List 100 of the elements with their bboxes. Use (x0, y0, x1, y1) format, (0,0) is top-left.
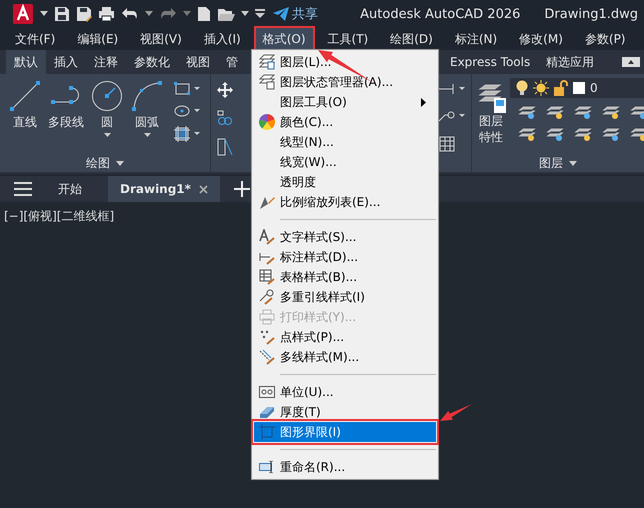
color-swatch (573, 82, 585, 94)
caret-icon[interactable] (116, 160, 124, 166)
eraser-icon (259, 405, 275, 419)
line-icon (9, 80, 41, 112)
menu-item[interactable]: 颜色(C)... (254, 112, 436, 132)
panel-title[interactable]: 图层 (539, 154, 563, 172)
menu-item[interactable]: 绘图(D) (381, 26, 442, 52)
leader-icon[interactable] (439, 109, 467, 123)
menu-item[interactable]: 修改(M) (510, 26, 572, 52)
save-icon[interactable] (54, 6, 70, 22)
send-icon (273, 7, 289, 21)
share-button[interactable]: 共享 (273, 5, 318, 23)
menu-item[interactable]: 插入(I) (194, 26, 250, 52)
menu-item[interactable]: 文字样式(S)... (254, 227, 436, 247)
menu-item[interactable]: 表格样式(B)... (254, 267, 436, 287)
units-icon (259, 386, 275, 398)
menu-item[interactable]: 厚度(T) (254, 402, 436, 422)
draw-tool-button[interactable]: 直线 (6, 78, 44, 154)
unlock-icon (554, 80, 568, 96)
undo-icon[interactable] (121, 7, 139, 21)
ribbon-tab[interactable]: 参数化 (126, 50, 178, 74)
menu-item[interactable]: 多重引线样式(I) (254, 287, 436, 307)
menu-item[interactable]: 编辑(E) (68, 26, 128, 52)
ribbon-tab[interactable]: 插入 (46, 50, 86, 74)
caret-icon[interactable] (241, 11, 249, 17)
menu-item[interactable]: 视图(V) (131, 26, 191, 52)
sun-icon (533, 80, 549, 96)
redo-icon[interactable] (159, 7, 177, 21)
point-style-icon (259, 329, 275, 345)
leader-style-icon (259, 289, 275, 305)
menu-item[interactable]: 图层(L)... (254, 52, 436, 72)
limits-icon (259, 424, 275, 440)
caret-icon[interactable] (145, 11, 153, 17)
menu-item[interactable]: 比例缩放列表(E)... (254, 192, 436, 212)
scale-icon (259, 194, 275, 210)
ribbon-tab[interactable]: 默认 (6, 50, 46, 74)
layer-dropdown[interactable]: 0 (510, 78, 644, 98)
rectangle-icon[interactable] (174, 82, 200, 96)
menu-item[interactable]: 文件(F) (6, 26, 64, 52)
draw-tool-button[interactable]: 多段线 (46, 78, 86, 154)
menu-icon[interactable] (14, 182, 32, 196)
ellipse-icon[interactable] (174, 104, 200, 118)
menu-item[interactable]: 多线样式(M)... (254, 347, 436, 367)
file-tab[interactable]: Drawing1* (108, 176, 220, 202)
menu-item[interactable]: 工具(T) (318, 26, 378, 52)
save-as-icon[interactable] (76, 6, 92, 22)
collapse-ribbon-icon[interactable] (622, 57, 640, 67)
caret-icon[interactable] (40, 11, 48, 17)
menu-item[interactable]: 重命名(R)... (254, 457, 436, 477)
rename-icon (259, 461, 275, 473)
annotation-arrow (440, 404, 472, 421)
multiline-style-icon (259, 349, 275, 365)
caret-icon (144, 133, 150, 137)
caret-icon[interactable] (569, 160, 577, 166)
menu-item[interactable]: 图形界限(I) (254, 422, 436, 442)
menu-item[interactable]: 图层状态管理器(A)... (254, 72, 436, 92)
ribbon-tab[interactable]: 精选应用 (538, 50, 602, 74)
bulb-icon (516, 80, 528, 96)
submenu-arrow-icon (421, 98, 426, 106)
print-icon[interactable] (98, 6, 115, 22)
menu-item[interactable]: 线型(N)... (254, 132, 436, 152)
customize-icon[interactable] (255, 9, 265, 19)
layer-states-icon (259, 74, 275, 90)
dimension-icon[interactable] (439, 82, 467, 96)
text-style-icon (259, 229, 275, 245)
menu-item[interactable]: 透明度 (254, 172, 436, 192)
menu-item[interactable]: 单位(U)... (254, 382, 436, 402)
stretch-icon[interactable] (217, 138, 233, 156)
new-file-icon[interactable] (197, 6, 211, 22)
menu-item[interactable]: 线宽(W)... (254, 152, 436, 172)
ribbon-tab[interactable]: 视图 (178, 50, 218, 74)
circle-icon (91, 80, 123, 112)
app-logo-icon[interactable] (12, 3, 34, 25)
caret-icon (104, 133, 110, 137)
ribbon-tab[interactable]: 管 (218, 50, 246, 74)
add-tab-icon[interactable] (234, 181, 250, 197)
close-icon[interactable] (198, 184, 208, 194)
file-name: Drawing1.dwg (544, 6, 638, 22)
menu-item[interactable]: 参数(P) (576, 26, 634, 52)
panel-title[interactable]: 绘图 (86, 154, 110, 172)
layers-icon (259, 54, 275, 70)
color-wheel-icon (259, 114, 275, 130)
copy-icon[interactable] (217, 110, 233, 126)
draw-tool-button[interactable]: 圆弧 (128, 78, 166, 154)
menu-item[interactable]: 点样式(P)... (254, 327, 436, 347)
layer-properties-button[interactable]: 图层特性 (476, 78, 506, 154)
hatch-icon[interactable] (174, 126, 200, 142)
ribbon-tab[interactable]: Express Tools (442, 50, 538, 74)
table-style-icon (259, 269, 275, 285)
file-tab[interactable]: 开始 (46, 176, 94, 202)
folder-icon[interactable] (217, 6, 235, 22)
menu-item[interactable]: 标注(N) (446, 26, 506, 52)
menu-item[interactable]: 图层工具(O) (254, 92, 436, 112)
viewport-label[interactable]: [−][俯视][二维线框] (4, 209, 114, 223)
menu-item[interactable]: 标注样式(D)... (254, 247, 436, 267)
arc-icon (131, 80, 163, 112)
draw-tool-button[interactable]: 圆 (88, 78, 126, 154)
ribbon-tab[interactable]: 注释 (86, 50, 126, 74)
move-icon[interactable] (217, 82, 233, 98)
print-style-icon (259, 309, 275, 325)
